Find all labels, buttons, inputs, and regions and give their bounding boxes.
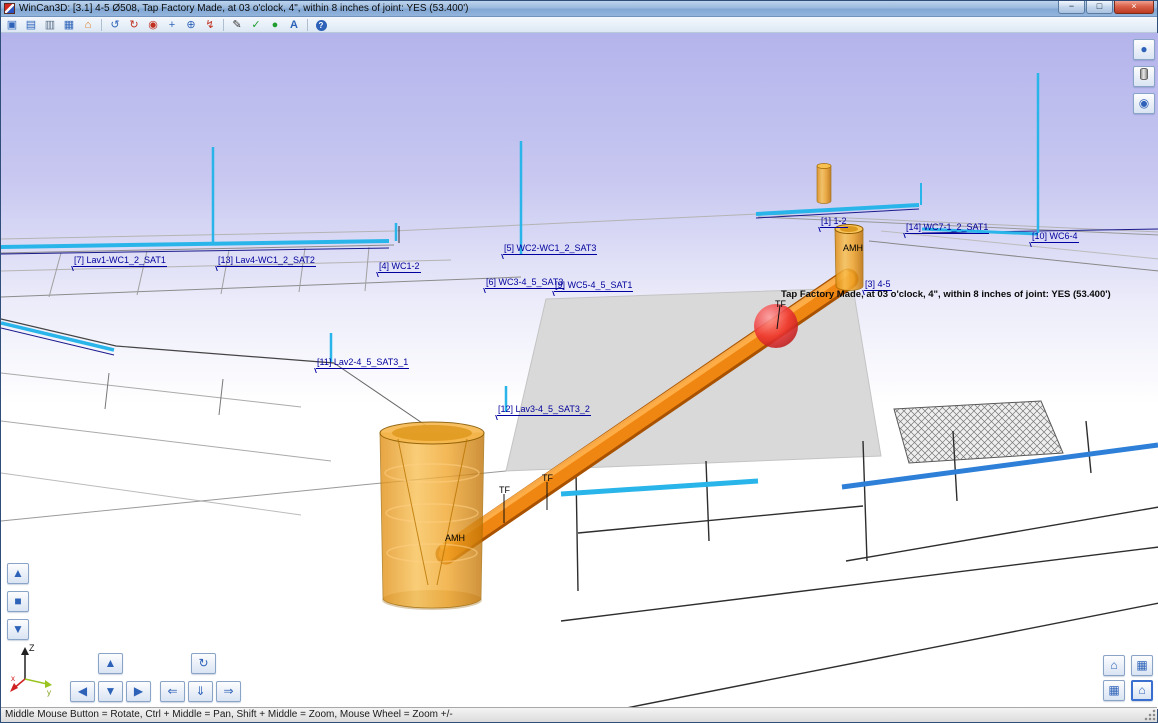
resize-grip[interactable] [1144,709,1156,721]
axis-y-label: y [47,688,51,697]
tiles-orange-button[interactable]: ▦ [1131,655,1153,676]
pipe-label[interactable]: [10] WC6-4 [1031,231,1079,243]
rotate-cw-icon[interactable]: ↻ [126,18,142,32]
pipe-label[interactable]: [4] WC1-2 [378,261,421,273]
print-icon[interactable]: ▥ [42,18,58,32]
home-view-button[interactable]: ⌂ [1103,655,1125,676]
toolbar-separator [223,19,224,31]
manhole-right[interactable] [835,225,863,291]
move-stack: ▲ ■ ▼ [7,563,29,640]
window-controls: − □ × [1058,1,1154,14]
window-title: WinCan3D: [3.1] 4-5 Ø508, Tap Factory Ma… [19,3,468,14]
save-icon[interactable]: ▤ [23,18,39,32]
connect-icon[interactable]: ↯ [202,18,218,32]
move-down-button[interactable]: ▼ [7,619,29,640]
help-icon[interactable]: ? [313,18,329,32]
app-window: WinCan3D: [3.1] 4-5 Ø508, Tap Factory Ma… [0,0,1158,723]
tilt-down-button[interactable]: ⇓ [188,681,213,702]
check-icon[interactable]: ✓ [248,18,264,32]
rotate-ccw-icon[interactable]: ↺ [107,18,123,32]
text-label-icon[interactable]: A [286,18,302,32]
pan-up-button[interactable]: ▲ [98,653,123,674]
toolbar-separator [101,19,102,31]
view-layout-icon[interactable]: ▣ [4,18,20,32]
pipe-label[interactable]: [1] 1-2 [820,216,848,228]
main-toolbar: ▣ ▤ ▥ ▦ ⌂ ↺ ↻ ◉ + ⊕ ↯ ✎ ✓ ● A ? [1,17,1157,33]
pipe-label[interactable]: [6] WC3-4_5_SAT3 [485,277,564,289]
pipe-label[interactable]: [11] Lav2-4_5_SAT3_1 [316,357,409,369]
pipe-label[interactable]: [7] Lav1-WC1_2_SAT1 [73,255,167,267]
scene-3d[interactable] [1,33,1158,709]
status-text: Middle Mouse Button = Rotate, Ctrl + Mid… [5,709,453,720]
tilt-row: ⇐ ⇓ ⇒ [160,681,241,702]
home-icon[interactable]: ⌂ [80,18,96,32]
stop-button[interactable]: ■ [7,591,29,612]
pan-row: ◀ ▼ ▶ [70,681,151,702]
pan-left-button[interactable]: ◀ [70,681,95,702]
minimize-button[interactable]: − [1058,1,1085,14]
amh-marker: AMH [843,243,863,253]
cylinder-icon [1140,68,1148,80]
render-cylinder-button[interactable] [1133,66,1155,87]
target-icon[interactable]: ◉ [145,18,161,32]
app-icon [4,3,15,14]
help-glyph: ? [316,20,327,31]
pan-icon[interactable]: + [164,18,180,32]
render-shaded-button[interactable]: ◉ [1133,93,1155,114]
tf-marker: TF [499,485,510,495]
pan-down-button[interactable]: ▼ [98,681,123,702]
axis-indicator: Z x y [9,639,57,701]
defect-annotation: Tap Factory Made, at 03 o'clock, 4", wit… [781,289,1111,300]
render-sphere-button[interactable]: ● [1133,39,1155,60]
maximize-button[interactable]: □ [1086,1,1113,14]
toolbar-separator [307,19,308,31]
pipe-label[interactable]: [13] Lav4-WC1_2_SAT2 [217,255,316,267]
cleanout-stack[interactable] [817,164,831,204]
manhole-left[interactable] [380,422,484,610]
tilt-left-button[interactable]: ⇐ [160,681,185,702]
tilt-rotate-button[interactable]: ↻ [191,653,216,674]
draw-icon[interactable]: ✎ [229,18,245,32]
pipe-label[interactable]: [9] WC5-4_5_SAT1 [554,280,633,292]
pipe-label[interactable]: [5] WC2-WC1_2_SAT3 [503,243,597,255]
tiles-red-button[interactable]: ▦ [1103,680,1125,701]
tilt-right-button[interactable]: ⇒ [216,681,241,702]
axis-z-label: Z [29,643,35,653]
export-icon[interactable]: ▦ [61,18,77,32]
defect-marker[interactable] [754,304,798,348]
pan-right-button[interactable]: ▶ [126,681,151,702]
tf-marker: TF [542,473,553,483]
title-bar[interactable]: WinCan3D: [3.1] 4-5 Ø508, Tap Factory Ma… [1,1,1157,17]
render-mode-stack: ● ◉ [1133,39,1155,114]
close-button[interactable]: × [1114,1,1154,14]
move-up-button[interactable]: ▲ [7,563,29,584]
axis-x-label: x [11,674,15,683]
status-bar: Middle Mouse Button = Rotate, Ctrl + Mid… [1,707,1157,722]
viewport-3d[interactable]: [7] Lav1-WC1_2_SAT1 [13] Lav4-WC1_2_SAT2… [1,33,1158,709]
pipe-label[interactable]: [14] WC7-1_2_SAT1 [905,222,989,234]
home-current-button[interactable]: ⌂ [1131,680,1153,701]
sphere-icon[interactable]: ● [267,18,283,32]
amh-marker: AMH [445,533,465,543]
center-view-icon[interactable]: ⊕ [183,18,199,32]
tf-marker: TF [775,299,786,309]
view-preset-grid: ⌂ ▦ ▦ ⌂ [1103,655,1155,701]
pipe-label[interactable]: [12] Lav3-4_5_SAT3_2 [497,404,591,416]
